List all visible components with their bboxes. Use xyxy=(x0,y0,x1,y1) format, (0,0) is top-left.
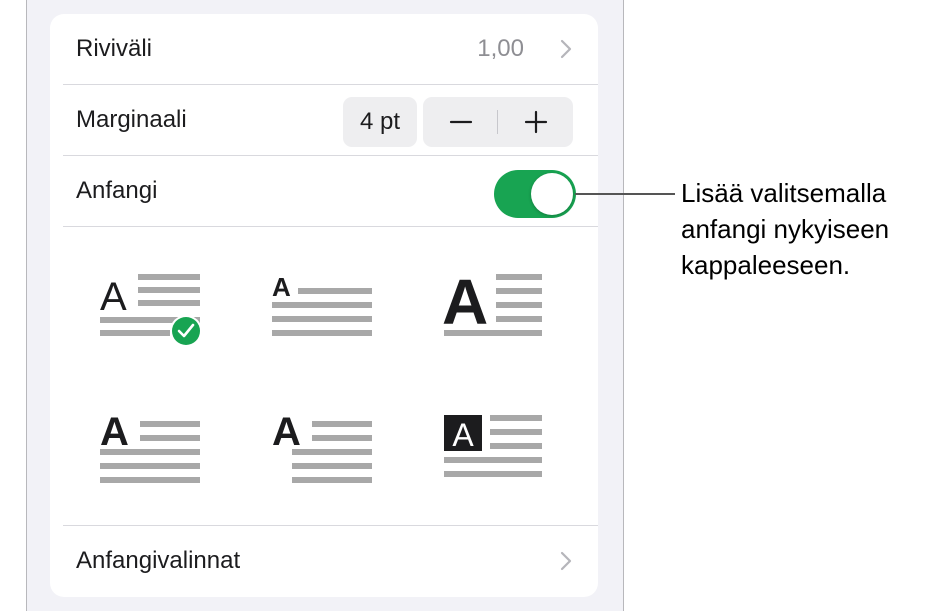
margin-value-field[interactable]: 4 pt xyxy=(343,97,417,147)
callout-line-3: kappaleeseen. xyxy=(681,250,851,280)
chevron-right-icon xyxy=(560,551,572,571)
svg-text:A: A xyxy=(100,410,129,454)
drop-cap-label: Anfangi xyxy=(76,177,158,204)
drop-cap-style-2[interactable]: A xyxy=(270,268,380,348)
drop-cap-style-4-icon: A xyxy=(100,410,200,483)
line-spacing-row[interactable]: Riviväli 1,00 xyxy=(76,14,598,84)
drop-cap-style-5-icon: A xyxy=(272,410,372,483)
margin-increment-button[interactable] xyxy=(498,97,573,147)
divider xyxy=(63,226,598,227)
drop-cap-style-4[interactable]: A xyxy=(98,409,208,489)
drop-cap-row: Anfangi xyxy=(76,156,598,226)
margin-decrement-button[interactable] xyxy=(423,97,498,147)
selected-check-icon xyxy=(172,317,200,345)
minus-icon xyxy=(449,120,472,124)
toggle-knob xyxy=(531,173,573,215)
line-spacing-label: Riviväli xyxy=(76,35,153,62)
line-spacing-value: 1,00 xyxy=(477,35,524,62)
drop-cap-options-row[interactable]: Anfangivalinnat xyxy=(76,526,598,596)
callout-line-1: Lisää valitsemalla xyxy=(681,178,887,208)
plus-icon xyxy=(524,110,547,134)
margin-row: Marginaali 4 pt xyxy=(76,85,598,155)
margin-stepper xyxy=(423,97,573,147)
drop-cap-style-6[interactable]: A xyxy=(442,409,552,489)
margin-label: Marginaali xyxy=(76,106,187,133)
drop-cap-style-1-icon: A xyxy=(100,274,202,347)
drop-cap-style-6-icon: A xyxy=(444,415,542,477)
drop-cap-toggle[interactable] xyxy=(494,170,576,218)
drop-cap-letter: A xyxy=(100,275,127,319)
callout-leader-line xyxy=(575,193,675,195)
drop-cap-style-5[interactable]: A xyxy=(270,409,380,489)
callout-line-2: anfangi nykyiseen xyxy=(681,214,890,244)
drop-cap-style-3[interactable]: A xyxy=(442,268,552,348)
drop-cap-style-1[interactable]: A xyxy=(98,268,208,348)
drop-cap-style-2-icon: A xyxy=(272,272,372,336)
drop-cap-options-label: Anfangivalinnat xyxy=(76,547,241,574)
svg-text:A: A xyxy=(442,268,488,338)
chevron-right-icon xyxy=(560,39,572,59)
drop-cap-style-3-icon: A xyxy=(442,268,542,338)
svg-text:A: A xyxy=(452,417,474,453)
paragraph-settings-card: Riviväli 1,00 Marginaali 4 pt Anfangi A … xyxy=(50,14,598,597)
svg-text:A: A xyxy=(272,410,301,454)
callout-text: Lisää valitsemalla anfangi nykyiseen kap… xyxy=(681,175,926,283)
svg-text:A: A xyxy=(272,272,291,302)
